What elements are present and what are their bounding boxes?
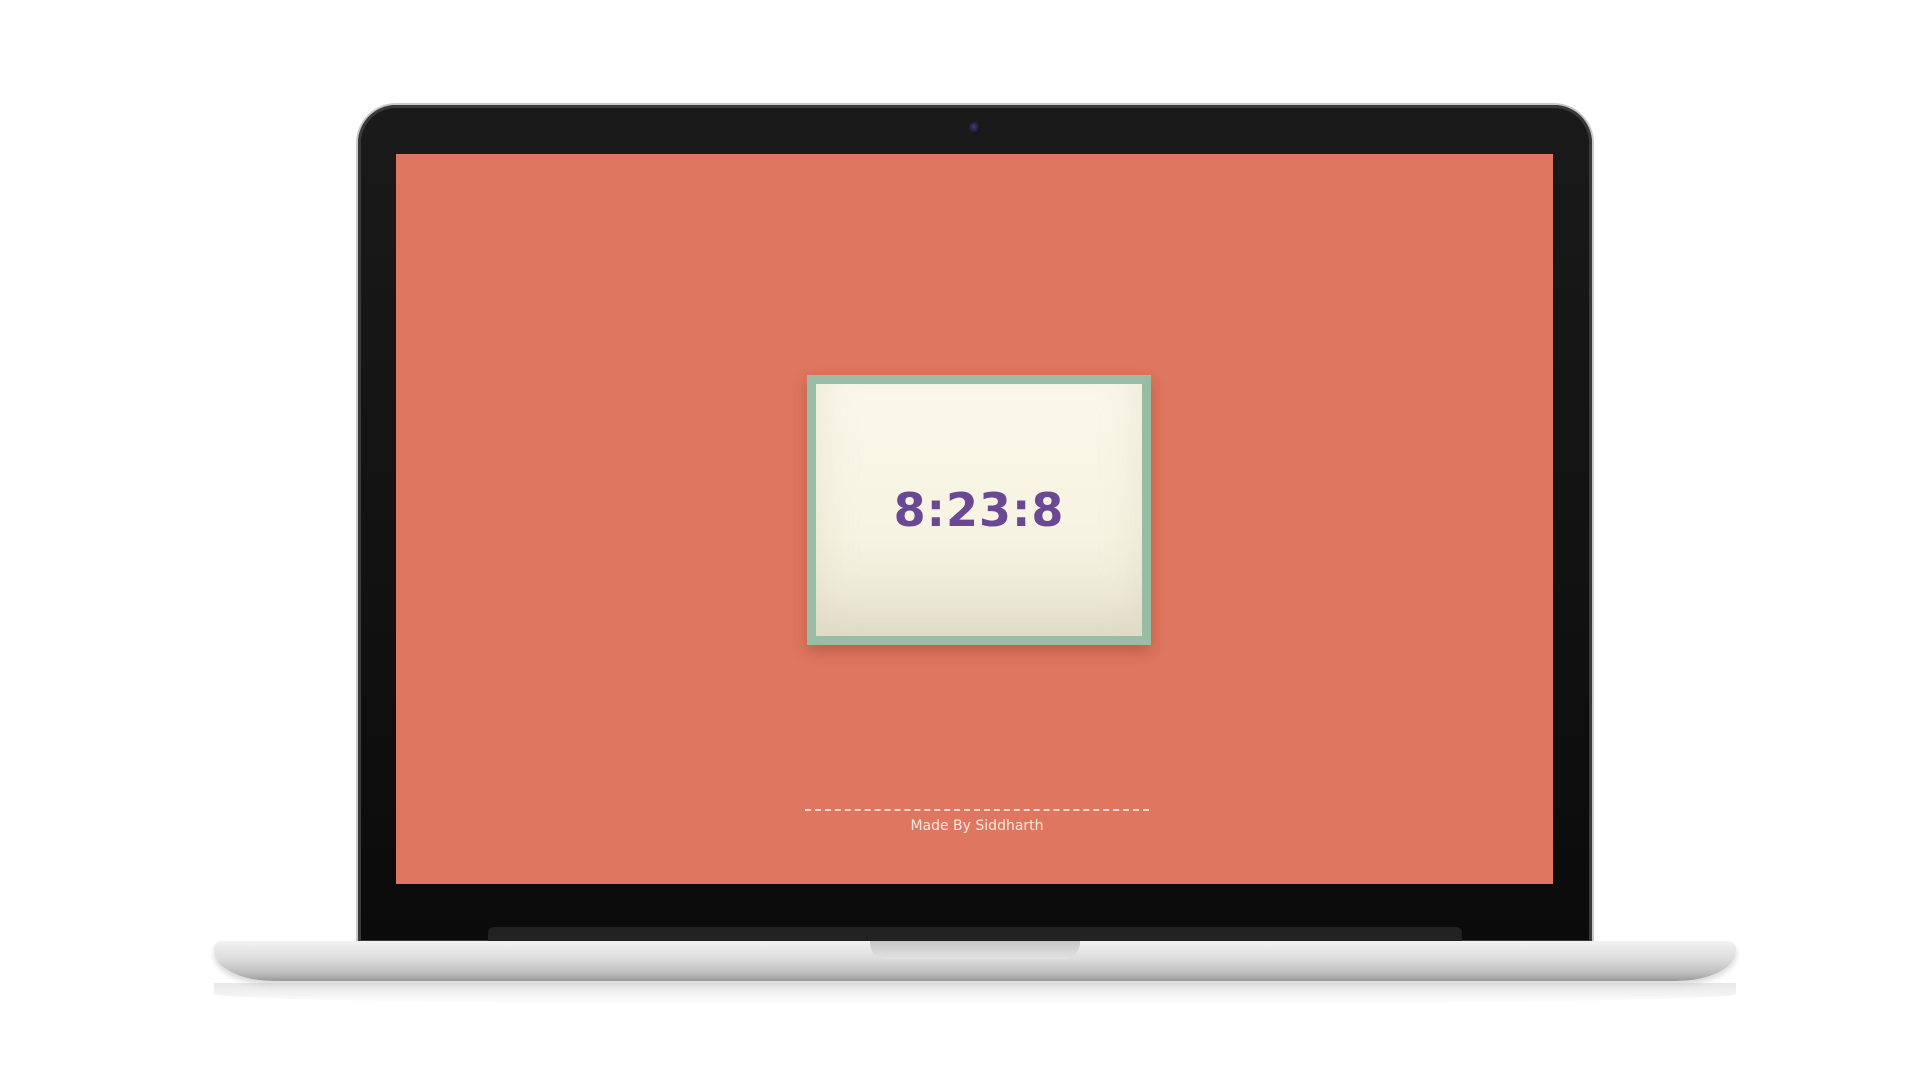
clock-card: 8:23:8 xyxy=(807,375,1151,645)
clock-time: 8:23:8 xyxy=(893,483,1065,537)
footer-credit: Made By Siddharth xyxy=(910,818,1044,834)
laptop-base xyxy=(214,941,1736,981)
trackpad-notch xyxy=(870,941,1080,959)
laptop-mockup: 8:23:8 Made By Siddharth xyxy=(0,0,1920,1080)
footer-divider xyxy=(805,809,1149,811)
webcam-icon xyxy=(969,122,981,134)
laptop-screen: 8:23:8 Made By Siddharth xyxy=(396,154,1553,884)
laptop-lid: 8:23:8 Made By Siddharth xyxy=(358,105,1592,943)
base-reflection xyxy=(214,983,1736,1005)
